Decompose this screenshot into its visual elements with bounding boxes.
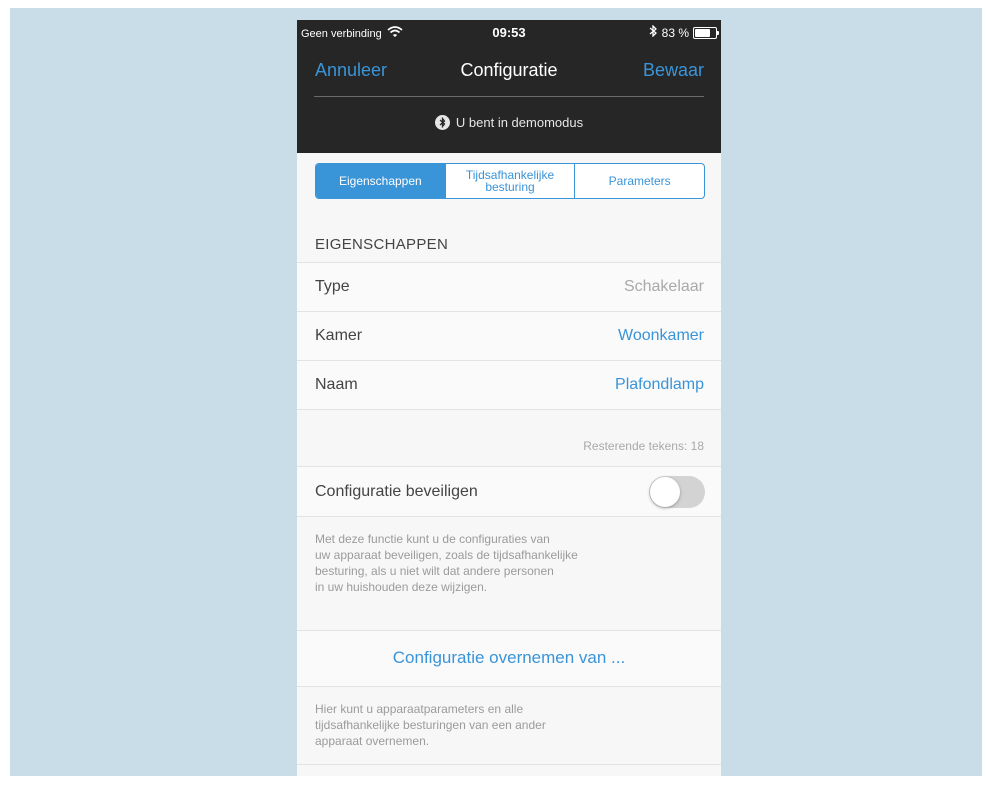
- bluetooth-status-icon: [649, 24, 658, 40]
- property-row-naam[interactable]: Naam Plafondlamp: [297, 360, 721, 409]
- row-divider: [297, 409, 721, 410]
- battery-icon: [693, 26, 719, 39]
- tab-tijdsafhankelijke-besturing[interactable]: Tijdsafhankelijke besturing: [446, 164, 576, 198]
- secure-config-description: Met deze functie kunt u de configuraties…: [315, 532, 578, 594]
- secure-config-toggle[interactable]: [649, 476, 705, 508]
- tab-label: Eigenschappen: [338, 174, 422, 188]
- demo-banner: U bent in demomodus: [297, 110, 721, 134]
- tab-eigenschappen[interactable]: Eigenschappen: [316, 164, 446, 198]
- bottom-divider: [297, 764, 721, 765]
- remaining-chars: Resterende tekens: 18: [583, 439, 704, 453]
- cancel-button[interactable]: Annuleer: [315, 60, 387, 81]
- header: Geen verbinding 09:53 83 % Annuleer Conf…: [297, 20, 721, 153]
- tab-parameters[interactable]: Parameters: [575, 164, 704, 198]
- secure-config-row: Configuratie beveiligen: [297, 466, 721, 517]
- phone-screen: Geen verbinding 09:53 83 % Annuleer Conf…: [297, 20, 721, 776]
- copy-config-button[interactable]: Configuratie overnemen van ...: [297, 648, 721, 668]
- nav-divider: [314, 96, 704, 97]
- copy-config-description: Hier kunt u apparaatparameters en alle t…: [315, 702, 546, 748]
- section-title: EIGENSCHAPPEN: [315, 236, 449, 253]
- property-row-type: Type Schakelaar: [297, 262, 721, 311]
- property-label: Naam: [315, 376, 358, 393]
- secure-config-label: Configuratie beveiligen: [315, 483, 478, 500]
- property-value: Schakelaar: [623, 278, 704, 295]
- copy-config-row[interactable]: Configuratie overnemen van ...: [297, 630, 721, 687]
- toggle-knob: [650, 477, 680, 507]
- tab-bar: Eigenschappen Tijdsafhankelijke besturin…: [315, 163, 705, 199]
- tab-label: Tijdsafhankelijke besturing: [465, 168, 555, 194]
- property-label: Type: [315, 278, 350, 295]
- status-right: 83 %: [649, 24, 719, 40]
- property-label: Kamer: [315, 327, 363, 344]
- property-row-kamer[interactable]: Kamer Woonkamer: [297, 311, 721, 360]
- name-value[interactable]: Plafondlamp: [615, 376, 704, 394]
- battery-percent: 83 %: [661, 25, 689, 40]
- bluetooth-icon: [434, 114, 450, 130]
- status-bar: Geen verbinding 09:53 83 %: [297, 20, 721, 44]
- tab-label: Parameters: [608, 174, 671, 188]
- battery-fill: [695, 28, 710, 37]
- room-value[interactable]: Woonkamer: [618, 327, 704, 345]
- main-content: Eigenschappen Tijdsafhankelijke besturin…: [297, 153, 721, 776]
- save-button[interactable]: Bewaar: [643, 60, 704, 81]
- demo-banner-text: U bent in demomodus: [455, 114, 584, 130]
- nav-bar: Annuleer Configuratie Bewaar: [297, 54, 721, 90]
